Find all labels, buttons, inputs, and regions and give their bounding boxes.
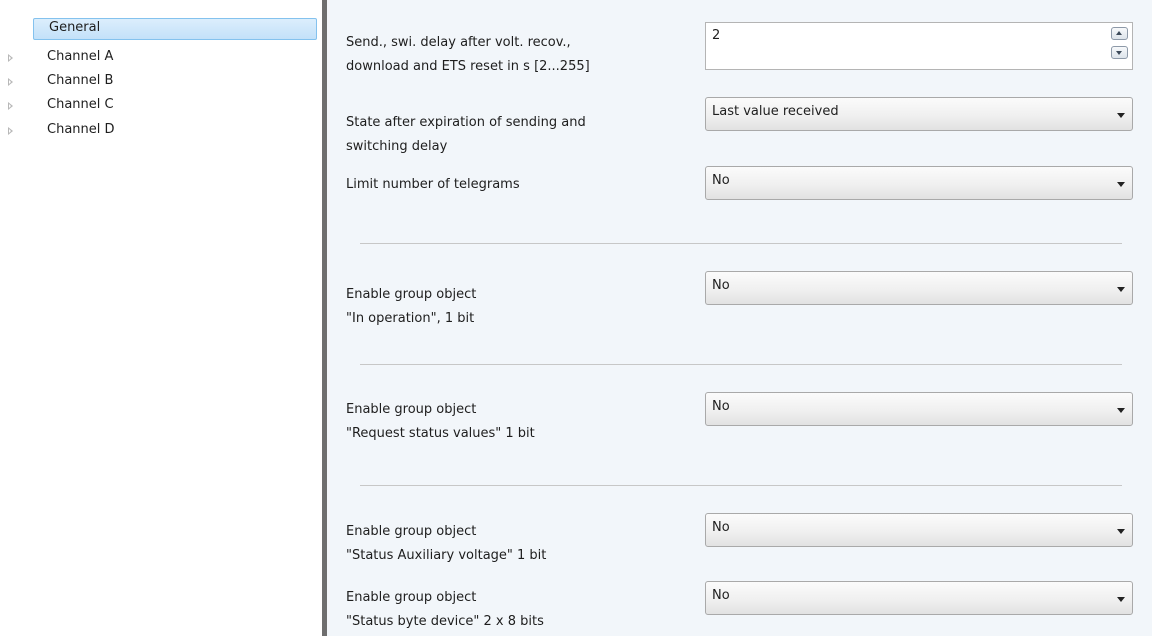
dropdown-value: Last value received [712, 104, 839, 119]
parameter-panel: Send., swi. delay after volt. recov., do… [327, 0, 1152, 636]
label-line: Limit number of telegrams [346, 177, 520, 192]
spin-down-button[interactable] [1111, 46, 1128, 59]
label-line: "Status byte device" 2 x 8 bits [346, 614, 544, 629]
status-aux-voltage-label: Enable group object "Status Auxiliary vo… [346, 520, 686, 568]
spin-up-button[interactable] [1111, 27, 1128, 40]
arrow-down-icon [1116, 51, 1122, 55]
chevron-down-icon [1117, 182, 1125, 187]
dropdown-value: No [712, 278, 730, 293]
dropdown-value: No [712, 588, 730, 603]
chevron-down-icon [1117, 529, 1125, 534]
in-operation-label: Enable group object "In operation", 1 bi… [346, 283, 686, 331]
chevron-down-icon [1117, 408, 1125, 413]
label-line: "Request status values" 1 bit [346, 426, 535, 441]
label-line: download and ETS reset in s [2...255] [346, 59, 590, 74]
send-delay-value[interactable]: 2 [712, 28, 720, 43]
separator [360, 364, 1122, 365]
chevron-down-icon [1117, 113, 1125, 118]
label-line: Enable group object [346, 590, 477, 605]
expand-arrow-icon[interactable] [8, 54, 13, 62]
expand-arrow-icon[interactable] [8, 78, 13, 86]
dropdown-value: No [712, 399, 730, 414]
label-line: Enable group object [346, 524, 477, 539]
limit-telegrams-dropdown[interactable]: No [705, 166, 1133, 200]
status-byte-label: Enable group object "Status byte device"… [346, 586, 686, 634]
tree-item-channel-c[interactable]: Channel C [0, 95, 322, 117]
label-line: switching delay [346, 139, 448, 154]
status-byte-dropdown[interactable]: No [705, 581, 1133, 615]
arrow-up-icon [1116, 31, 1122, 35]
separator [360, 243, 1122, 244]
label-line: Send., swi. delay after volt. recov., [346, 35, 571, 50]
tree-item-label: General [49, 20, 101, 35]
tree-item-label: Channel C [47, 97, 114, 112]
expand-arrow-icon[interactable] [8, 127, 13, 135]
tree-item-channel-b[interactable]: Channel B [0, 71, 322, 93]
tree-item-label: Channel A [47, 49, 114, 64]
label-line: Enable group object [346, 402, 477, 417]
parameter-tree: General Channel A Channel B Channel C Ch… [0, 0, 322, 636]
request-status-label: Enable group object "Request status valu… [346, 398, 686, 446]
request-status-dropdown[interactable]: No [705, 392, 1133, 426]
limit-telegrams-label: Limit number of telegrams [346, 173, 686, 197]
label-line: "Status Auxiliary voltage" 1 bit [346, 548, 547, 563]
state-after-expiration-dropdown[interactable]: Last value received [705, 97, 1133, 131]
in-operation-dropdown[interactable]: No [705, 271, 1133, 305]
tree-item-channel-d[interactable]: Channel D [0, 120, 322, 142]
send-delay-spinbox[interactable]: 2 [705, 22, 1133, 70]
chevron-down-icon [1117, 597, 1125, 602]
state-after-expiration-label: State after expiration of sending and sw… [346, 111, 686, 159]
tree-item-label: Channel D [47, 122, 115, 137]
expand-arrow-icon[interactable] [8, 102, 13, 110]
label-line: "In operation", 1 bit [346, 311, 475, 326]
tree-item-general[interactable]: General [0, 18, 322, 40]
dropdown-value: No [712, 520, 730, 535]
label-line: Enable group object [346, 287, 477, 302]
dropdown-value: No [712, 173, 730, 188]
send-delay-label: Send., swi. delay after volt. recov., do… [346, 31, 686, 79]
label-line: State after expiration of sending and [346, 115, 586, 130]
status-aux-voltage-dropdown[interactable]: No [705, 513, 1133, 547]
tree-item-channel-a[interactable]: Channel A [0, 47, 322, 69]
separator [360, 485, 1122, 486]
tree-item-label: Channel B [47, 73, 114, 88]
chevron-down-icon [1117, 287, 1125, 292]
